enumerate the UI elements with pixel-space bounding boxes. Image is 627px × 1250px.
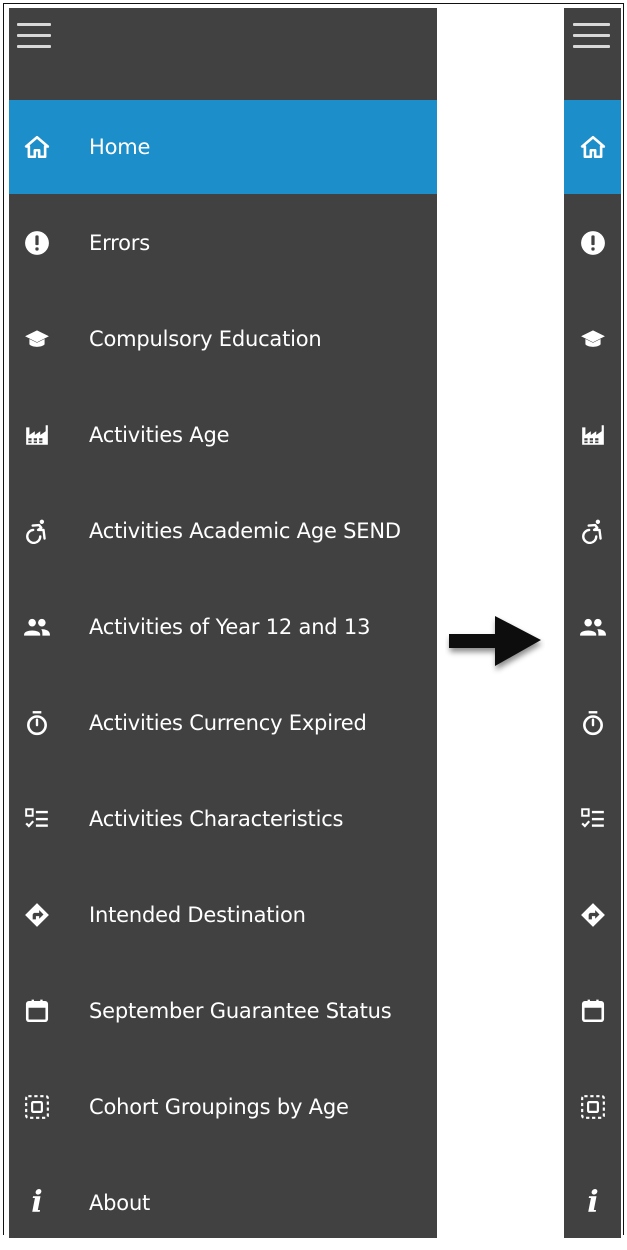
nav-item-about[interactable]: i	[564, 1156, 621, 1250]
group-select-icon	[578, 1092, 608, 1122]
nav-item-activities-currency-expired[interactable]: Activities Currency Expired	[9, 676, 437, 770]
nav-item-errors[interactable]	[564, 196, 621, 290]
nav-item-errors[interactable]: Errors	[9, 196, 437, 290]
people-icon	[22, 612, 52, 642]
nav-item-cohort-groupings-by-age[interactable]	[564, 1060, 621, 1154]
nav-item-intended-destination[interactable]	[564, 868, 621, 962]
hamburger-menu-icon[interactable]	[564, 8, 621, 68]
nav-item-activities-age[interactable]: Activities Age	[9, 388, 437, 482]
nav-item-label: Activities Characteristics	[89, 807, 344, 831]
hamburger-menu-icon[interactable]	[9, 8, 59, 68]
factory-icon	[578, 420, 608, 450]
accessibility-icon	[22, 516, 52, 546]
calendar-icon	[22, 996, 52, 1026]
graduation-cap-icon	[22, 324, 52, 354]
nav-item-intended-destination[interactable]: Intended Destination	[9, 868, 437, 962]
nav-item-activities-characteristics[interactable]	[564, 772, 621, 866]
home-icon	[22, 132, 52, 162]
nav-item-september-guarantee-status[interactable]	[564, 964, 621, 1058]
accessibility-icon	[578, 516, 608, 546]
nav-panel-collapsed: i	[564, 8, 621, 1238]
nav-item-compulsory-education[interactable]: Compulsory Education	[9, 292, 437, 386]
nav-item-compulsory-education[interactable]	[564, 292, 621, 386]
info-icon: i	[31, 1185, 43, 1220]
nav-item-about[interactable]: i About	[9, 1156, 437, 1250]
people-icon	[578, 612, 608, 642]
factory-icon	[22, 420, 52, 450]
nav-item-label: September Guarantee Status	[89, 999, 392, 1023]
exclamation-icon	[22, 228, 52, 258]
nav-item-activities-year-12-13[interactable]	[564, 580, 621, 674]
nav-item-activities-age[interactable]	[564, 388, 621, 482]
graduation-cap-icon	[578, 324, 608, 354]
checklist-icon	[578, 804, 608, 834]
nav-item-label: Intended Destination	[89, 903, 306, 927]
nav-item-label: Activities of Year 12 and 13	[89, 615, 371, 639]
info-icon: i	[587, 1185, 599, 1220]
nav-item-activities-year-12-13[interactable]: Activities of Year 12 and 13	[9, 580, 437, 674]
nav-item-activities-currency-expired[interactable]	[564, 676, 621, 770]
nav-item-label: Activities Currency Expired	[89, 711, 367, 735]
nav-panel-expanded: Home Errors Compulsory Education Activit…	[9, 8, 437, 1238]
nav-item-label: Compulsory Education	[89, 327, 322, 351]
nav-item-label: Errors	[89, 231, 150, 255]
nav-item-home[interactable]	[564, 100, 621, 194]
nav-item-label: About	[89, 1191, 151, 1215]
nav-item-label: Activities Academic Age SEND	[89, 519, 401, 543]
directions-icon	[578, 900, 608, 930]
home-icon	[578, 132, 608, 162]
nav-item-september-guarantee-status[interactable]: September Guarantee Status	[9, 964, 437, 1058]
nav-item-activities-characteristics[interactable]: Activities Characteristics	[9, 772, 437, 866]
right-arrow-icon	[445, 608, 545, 678]
nav-item-activities-academic-age-send[interactable]: Activities Academic Age SEND	[9, 484, 437, 578]
nav-item-label: Cohort Groupings by Age	[89, 1095, 349, 1119]
nav-item-home[interactable]: Home	[9, 100, 437, 194]
nav-item-label: Home	[89, 135, 151, 159]
stopwatch-icon	[578, 708, 608, 738]
group-select-icon	[22, 1092, 52, 1122]
nav-item-cohort-groupings-by-age[interactable]: Cohort Groupings by Age	[9, 1060, 437, 1154]
nav-item-label: Activities Age	[89, 423, 230, 447]
stopwatch-icon	[22, 708, 52, 738]
calendar-icon	[578, 996, 608, 1026]
nav-item-activities-academic-age-send[interactable]	[564, 484, 621, 578]
checklist-icon	[22, 804, 52, 834]
exclamation-icon	[578, 228, 608, 258]
directions-icon	[22, 900, 52, 930]
